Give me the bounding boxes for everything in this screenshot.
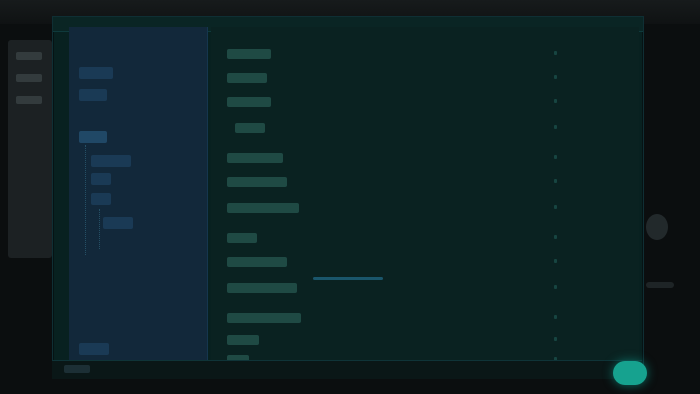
list-row[interactable]: [227, 201, 557, 215]
app-nav-item[interactable]: [16, 74, 42, 82]
circle-icon[interactable]: [646, 214, 668, 240]
list-row[interactable]: [227, 281, 557, 295]
tree-guide-line: [85, 145, 86, 255]
row-marker: [554, 155, 557, 159]
list-row[interactable]: [227, 231, 557, 245]
list-row[interactable]: [227, 71, 557, 85]
row-marker: [554, 75, 557, 79]
row-label: [227, 97, 271, 107]
row-marker: [554, 99, 557, 103]
tree-sidebar: [69, 27, 208, 361]
list-row[interactable]: [227, 47, 557, 61]
app-sidebar: [8, 40, 52, 258]
row-marker: [554, 259, 557, 263]
row-label: [235, 123, 265, 133]
tree-item[interactable]: [103, 217, 133, 229]
row-marker: [554, 337, 557, 341]
row-label: [227, 203, 299, 213]
list-row[interactable]: [227, 175, 557, 189]
row-label: [227, 335, 259, 345]
tree-item-selected[interactable]: [79, 131, 107, 143]
row-label: [227, 49, 271, 59]
tree-item[interactable]: [91, 155, 131, 167]
row-marker: [554, 315, 557, 319]
main-panel: [52, 16, 644, 368]
row-label: [227, 257, 287, 267]
tree-item[interactable]: [91, 173, 111, 185]
tree-item[interactable]: [79, 89, 107, 101]
ok-button[interactable]: [613, 361, 647, 385]
row-label: [227, 73, 267, 83]
list-row[interactable]: [227, 151, 557, 165]
app-nav-item[interactable]: [16, 52, 42, 60]
list-row[interactable]: [227, 121, 557, 135]
row-label: [227, 313, 301, 323]
row-marker: [554, 179, 557, 183]
row-label: [227, 153, 283, 163]
footer-bar: [52, 360, 642, 379]
row-label: [227, 283, 297, 293]
footer-button[interactable]: [64, 365, 90, 373]
tree-item[interactable]: [79, 67, 113, 79]
row-marker: [554, 125, 557, 129]
ok-button-label: [613, 361, 647, 385]
row-marker: [554, 235, 557, 239]
row-marker: [554, 285, 557, 289]
row-marker: [554, 205, 557, 209]
list-row[interactable]: [227, 333, 557, 347]
slider-handle[interactable]: [646, 282, 674, 288]
row-label: [227, 177, 287, 187]
content-list: [211, 27, 639, 365]
app-nav-item[interactable]: [16, 96, 42, 104]
list-row[interactable]: [227, 255, 557, 269]
tree-guide-line: [99, 209, 100, 249]
tree-item[interactable]: [79, 343, 109, 355]
tree-item[interactable]: [91, 193, 111, 205]
list-row[interactable]: [227, 311, 557, 325]
selection-highlight: [313, 277, 383, 280]
row-marker: [554, 51, 557, 55]
row-label: [227, 233, 257, 243]
list-row[interactable]: [227, 95, 557, 109]
